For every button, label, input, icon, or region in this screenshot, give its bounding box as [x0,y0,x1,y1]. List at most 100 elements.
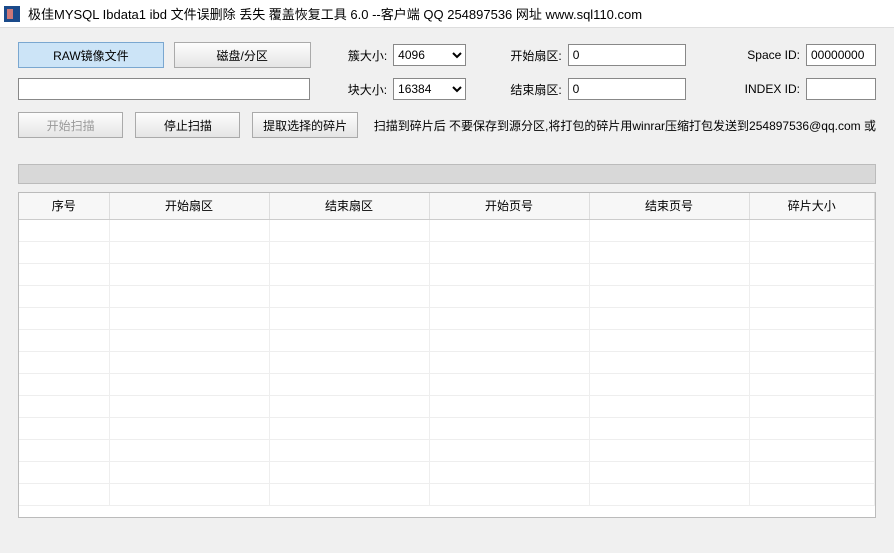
block-size-label: 块大小: [332,81,393,98]
table-cell [429,461,589,483]
extract-fragments-button[interactable]: 提取选择的碎片 [252,112,357,138]
table-cell [589,417,749,439]
disk-partition-button[interactable]: 磁盘/分区 [174,42,311,68]
cluster-size-select[interactable]: 4096 [393,44,466,66]
table-cell [429,373,589,395]
titlebar: 极佳MYSQL Ibdata1 ibd 文件误删除 丢失 覆盖恢复工具 6.0 … [0,0,894,28]
table-cell [109,439,269,461]
table-row[interactable] [19,439,875,461]
table-cell [19,219,109,241]
row-3: 开始扫描 停止扫描 提取选择的碎片 扫描到碎片后 不要保存到源分区,将打包的碎片… [18,112,876,138]
table-cell [749,461,875,483]
table-cell [269,263,429,285]
table-cell [19,285,109,307]
col-frag-size[interactable]: 碎片大小 [749,193,875,219]
table-cell [109,483,269,505]
table-cell [429,395,589,417]
table-row[interactable] [19,329,875,351]
end-sector-input[interactable] [568,78,686,100]
table-cell [109,329,269,351]
table-row[interactable] [19,351,875,373]
table-cell [269,351,429,373]
index-id-input[interactable] [806,78,876,100]
table-cell [429,285,589,307]
col-end-sector[interactable]: 结束扇区 [269,193,429,219]
start-sector-input[interactable] [568,44,686,66]
start-sector-label: 开始扇区: [496,47,568,64]
cluster-size-label: 簇大小: [333,47,394,64]
table-cell [429,329,589,351]
path-input[interactable] [18,78,310,100]
start-scan-button[interactable]: 开始扫描 [18,112,123,138]
table-cell [589,285,749,307]
space-id-input[interactable] [806,44,876,66]
col-seq[interactable]: 序号 [19,193,109,219]
table-cell [19,461,109,483]
table-cell [749,439,875,461]
table-cell [19,351,109,373]
table-cell [109,351,269,373]
table-cell [429,307,589,329]
table-cell [429,241,589,263]
table-row[interactable] [19,483,875,505]
table-cell [749,307,875,329]
table-cell [109,263,269,285]
controls-panel: RAW镜像文件 磁盘/分区 簇大小: 4096 开始扇区: Space ID: … [0,28,894,146]
table-cell [19,263,109,285]
table-cell [589,329,749,351]
table-row[interactable] [19,263,875,285]
table-cell [429,263,589,285]
table-cell [269,241,429,263]
table-cell [19,307,109,329]
stop-scan-button[interactable]: 停止扫描 [135,112,240,138]
table-row[interactable] [19,307,875,329]
table-row[interactable] [19,461,875,483]
col-start-sector[interactable]: 开始扇区 [109,193,269,219]
end-sector-label: 结束扇区: [496,81,568,98]
table-cell [429,219,589,241]
table-cell [109,285,269,307]
table-cell [269,285,429,307]
table-cell [19,417,109,439]
table-cell [749,395,875,417]
table-cell [749,373,875,395]
progress-bar [18,164,876,184]
table-header-row: 序号 开始扇区 结束扇区 开始页号 结束页号 碎片大小 [19,193,875,219]
results-table: 序号 开始扇区 结束扇区 开始页号 结束页号 碎片大小 [19,193,875,506]
app-icon [4,6,20,22]
table-row[interactable] [19,285,875,307]
table-cell [269,461,429,483]
index-id-label: INDEX ID: [722,82,806,96]
col-end-page[interactable]: 结束页号 [589,193,749,219]
table-row[interactable] [19,373,875,395]
raw-image-button[interactable]: RAW镜像文件 [18,42,164,68]
row-1: RAW镜像文件 磁盘/分区 簇大小: 4096 开始扇区: Space ID: [18,42,876,68]
table-cell [109,461,269,483]
table-cell [749,483,875,505]
table-cell [749,329,875,351]
table-cell [269,373,429,395]
table-cell [429,439,589,461]
table-cell [589,483,749,505]
table-cell [589,219,749,241]
table-cell [269,395,429,417]
space-id-label: Space ID: [722,48,806,62]
note-text: 扫描到碎片后 不要保存到源分区,将打包的碎片用winrar压缩打包发送到2548… [374,117,876,134]
table-cell [589,241,749,263]
table-cell [589,439,749,461]
table-cell [589,373,749,395]
table-row[interactable] [19,241,875,263]
table-cell [749,417,875,439]
table-row[interactable] [19,219,875,241]
table-row[interactable] [19,417,875,439]
col-start-page[interactable]: 开始页号 [429,193,589,219]
table-cell [19,395,109,417]
table-cell [269,307,429,329]
table-row[interactable] [19,395,875,417]
table-cell [109,395,269,417]
table-cell [589,395,749,417]
block-size-select[interactable]: 16384 [393,78,466,100]
table-cell [749,351,875,373]
table-cell [269,329,429,351]
table-cell [589,351,749,373]
